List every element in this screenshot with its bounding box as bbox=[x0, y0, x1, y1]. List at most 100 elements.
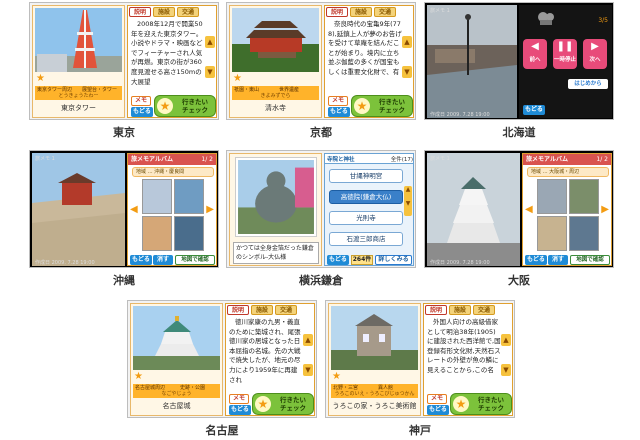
tab-access[interactable]: 交通 bbox=[473, 305, 495, 315]
tab-access[interactable]: 交通 bbox=[177, 7, 199, 17]
favorite-star-icon[interactable]: ★ bbox=[332, 372, 341, 382]
spot-kana: なごやじょう bbox=[161, 391, 192, 397]
region-caption: 名古屋 bbox=[205, 424, 239, 437]
spot-tags: 東京タワー周辺 展望台・タワー とうきょうたわー bbox=[35, 86, 122, 100]
scroll-up-icon[interactable]: ▲ bbox=[205, 36, 215, 48]
list-item-selected[interactable]: 高徳院(鎌倉大仏) bbox=[329, 190, 403, 204]
tab-facilities[interactable]: 施設 bbox=[251, 305, 273, 315]
page-prev-icon[interactable]: ◀ bbox=[525, 204, 533, 215]
album-filter[interactable]: 地域 … 大阪城・周辺 bbox=[527, 167, 609, 177]
back-button[interactable]: もどる bbox=[327, 255, 349, 265]
scroll-down-icon[interactable]: ▼ bbox=[303, 364, 313, 376]
wish-check-button[interactable]: ★ 行きたい チェック bbox=[351, 95, 413, 117]
delete-button[interactable]: 消す bbox=[153, 255, 173, 265]
map-check-button[interactable]: 地図で確認 bbox=[175, 255, 215, 265]
back-button[interactable]: もどる bbox=[523, 105, 545, 115]
tab-facilities[interactable]: 施設 bbox=[153, 7, 175, 17]
map-check-button[interactable]: 地図で確認 bbox=[570, 255, 610, 265]
info-panel: 説明 施設 交通 奈良時代の宝亀9年(778),延鎮上人が夢のお告げを受けて草庵… bbox=[324, 5, 414, 118]
spot-kana: とうきょうたわー bbox=[58, 93, 99, 99]
next-icon: ▶ bbox=[591, 41, 599, 52]
restart-button[interactable]: はじめから bbox=[568, 79, 608, 89]
memo-label: 旅メモ 1 bbox=[430, 156, 450, 162]
back-button[interactable]: もどる bbox=[525, 255, 547, 265]
tab-description[interactable]: 説明 bbox=[425, 305, 447, 315]
album-thumbnail[interactable] bbox=[569, 179, 599, 214]
spot-description: 奈良時代の宝亀9年(778),延鎮上人が夢のお告げを受けて草庵を結んだことが始ま… bbox=[328, 20, 402, 76]
region-caption: 横浜鎌倉 bbox=[299, 274, 343, 287]
scroll-up-icon[interactable]: ▲ bbox=[402, 36, 412, 48]
star-icon: ★ bbox=[255, 396, 271, 412]
wish-check-button[interactable]: ★ 行きたい チェック bbox=[252, 393, 314, 415]
tab-facilities[interactable]: 施設 bbox=[350, 7, 372, 17]
memo-button[interactable]: メモ bbox=[427, 394, 447, 404]
page-next-icon[interactable]: ▶ bbox=[206, 204, 214, 215]
scroll-bar[interactable]: ▲ ▼ bbox=[404, 186, 412, 216]
album-thumbnail[interactable] bbox=[142, 179, 172, 214]
next-button[interactable]: ▶ 次へ bbox=[583, 39, 607, 69]
card-kyoto: ★ 祇園・東山 世界遺産 きよみずでら 清水寺 説明 施設 交通 奈良時代の宝亀… bbox=[226, 2, 416, 139]
spot-kana: きよみずでら bbox=[260, 93, 291, 99]
pause-button[interactable]: ❚❚ 一時停止 bbox=[553, 39, 577, 69]
list-filter[interactable]: 全件(17) bbox=[391, 155, 413, 163]
favorite-star-icon[interactable]: ★ bbox=[134, 372, 143, 382]
photo-panel: 旅メモ 1 作成日 2009. 7.28 19:00 bbox=[32, 153, 125, 266]
region-caption: 神戸 bbox=[409, 424, 431, 437]
back-button[interactable]: もどる bbox=[130, 255, 152, 265]
scroll-up-icon[interactable]: ▲ bbox=[303, 334, 313, 346]
spot-description: 2008年12月で開業50年を迎えた東京タワー。小説やドラマ・映画などでフィーチ… bbox=[131, 20, 203, 86]
detail-button[interactable]: 詳しくみる bbox=[375, 255, 412, 265]
date-stamp: 作成日 2009. 7.28 19:00 bbox=[430, 260, 490, 266]
prev-button[interactable]: ◀ 前へ bbox=[523, 39, 547, 69]
great-buddha-photo bbox=[236, 158, 316, 236]
back-button[interactable]: もどる bbox=[131, 107, 153, 117]
slideshow-controls: 3/5 ◀ 前へ ❚❚ 一時停止 ▶ 次へ はじめから もどる bbox=[519, 5, 612, 118]
date-stamp: 作成日 2009. 7.28 19:00 bbox=[35, 260, 95, 266]
photo-caption: かつては全身金箔だった鎌倉のシンボル-大仏様 bbox=[233, 242, 319, 264]
list-item[interactable]: 光則寺 bbox=[329, 211, 403, 225]
favorite-star-icon[interactable]: ★ bbox=[233, 74, 242, 84]
tab-description[interactable]: 説明 bbox=[227, 305, 249, 315]
album-filter[interactable]: 地域 … 沖縄・慶良間 bbox=[132, 167, 214, 177]
back-button[interactable]: もどる bbox=[328, 107, 350, 117]
region-caption: 沖縄 bbox=[113, 274, 135, 287]
album-thumbnail[interactable] bbox=[142, 216, 172, 251]
scroll-down-icon[interactable]: ▼ bbox=[402, 66, 412, 78]
tab-facilities[interactable]: 施設 bbox=[449, 305, 471, 315]
album-page-indicator: 1/ 2 bbox=[596, 156, 608, 163]
list-item[interactable]: 甘縄神明宮 bbox=[329, 169, 403, 183]
wish-check-button[interactable]: ★ 行きたい チェック bbox=[154, 95, 216, 117]
star-icon: ★ bbox=[453, 396, 469, 412]
wish-check-button[interactable]: ★ 行きたい チェック bbox=[450, 393, 512, 415]
castle-gate-photo bbox=[32, 153, 125, 266]
canal-photo bbox=[427, 5, 517, 118]
back-button[interactable]: もどる bbox=[427, 405, 449, 415]
spot-description: 徳川家康の九男・義直のために築城され、尾張徳川家の居城となった日本屈指の名城。先… bbox=[229, 318, 301, 384]
scroll-up-icon[interactable]: ▲ bbox=[501, 334, 511, 346]
tab-access[interactable]: 交通 bbox=[374, 7, 396, 17]
memo-button[interactable]: メモ bbox=[328, 96, 348, 106]
wish-check-label: 行きたい チェック bbox=[478, 396, 504, 412]
spot-name: 清水寺 bbox=[265, 104, 286, 112]
album-thumbnail[interactable] bbox=[569, 216, 599, 251]
delete-button[interactable]: 消す bbox=[548, 255, 568, 265]
album-thumbnail[interactable] bbox=[537, 179, 567, 214]
tab-description[interactable]: 説明 bbox=[129, 7, 151, 17]
slide-counter: 3/5 bbox=[598, 17, 608, 24]
memo-button[interactable]: メモ bbox=[131, 96, 151, 106]
scroll-down-icon[interactable]: ▼ bbox=[501, 364, 511, 376]
prev-icon: ◀ bbox=[531, 41, 539, 52]
album-thumbnail[interactable] bbox=[537, 216, 567, 251]
card-yokohama-kamakura: かつては全身金箔だった鎌倉のシンボル-大仏様 寺院と神社 全件(17) 甘縄神明… bbox=[226, 150, 416, 287]
memo-button[interactable]: メモ bbox=[229, 394, 249, 404]
back-button[interactable]: もどる bbox=[229, 405, 251, 415]
tab-description[interactable]: 説明 bbox=[326, 7, 348, 17]
page-prev-icon[interactable]: ◀ bbox=[130, 204, 138, 215]
album-thumbnail[interactable] bbox=[174, 179, 204, 214]
scroll-down-icon[interactable]: ▼ bbox=[205, 66, 215, 78]
tab-access[interactable]: 交通 bbox=[275, 305, 297, 315]
page-next-icon[interactable]: ▶ bbox=[601, 204, 609, 215]
favorite-star-icon[interactable]: ★ bbox=[36, 74, 45, 84]
album-thumbnail[interactable] bbox=[174, 216, 204, 251]
list-item[interactable]: 石渡三郎商店 bbox=[329, 232, 403, 246]
